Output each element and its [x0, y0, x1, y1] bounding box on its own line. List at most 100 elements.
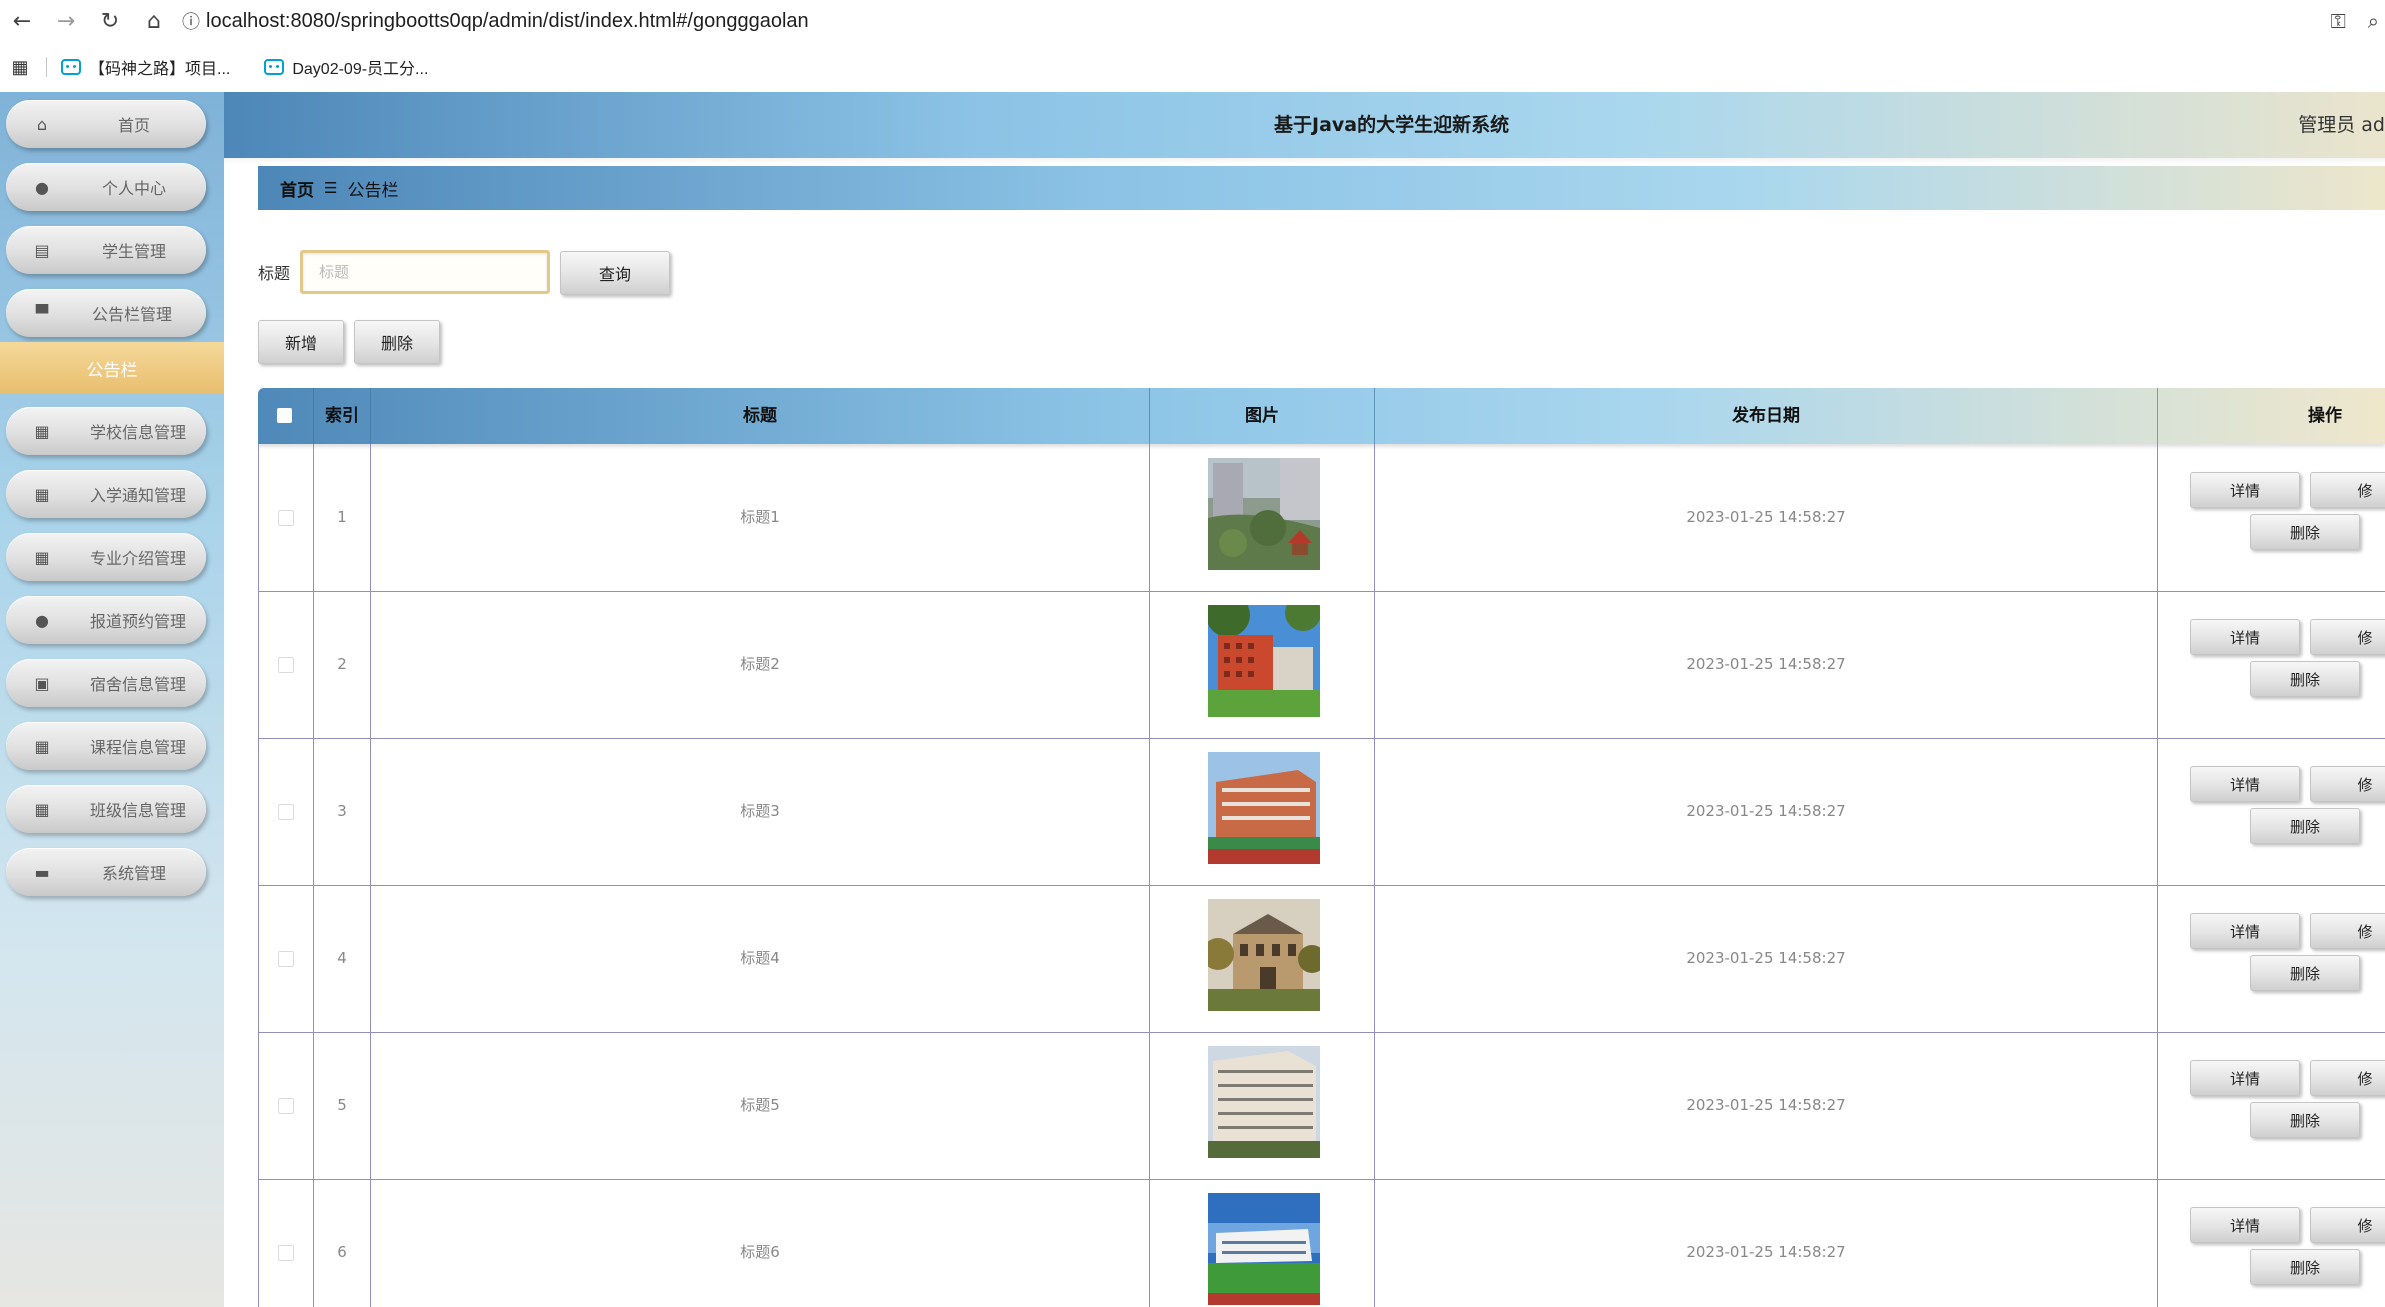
- edit-button[interactable]: 修: [2310, 1207, 2385, 1243]
- campus-photo-thumbnail[interactable]: [1208, 752, 1320, 864]
- row-date: 2023-01-25 14:58:27: [1686, 655, 1846, 673]
- campus-photo-thumbnail[interactable]: [1208, 605, 1320, 717]
- sidebar-item-class[interactable]: ▦ 班级信息管理: [6, 785, 206, 833]
- table-row: 1 标题1 2023-01-25 14:58:27 详情 修 删除: [258, 444, 2385, 592]
- row-date: 2023-01-25 14:58:27: [1686, 508, 1846, 526]
- key-icon[interactable]: ⚿: [2331, 9, 2346, 33]
- delete-button[interactable]: 删除: [2250, 955, 2360, 991]
- row-date: 2023-01-25 14:58:27: [1686, 802, 1846, 820]
- sidebar-item-students[interactable]: ▤ 学生管理: [6, 226, 206, 274]
- edit-button[interactable]: 修: [2310, 1060, 2385, 1096]
- batch-delete-button[interactable]: 删除: [354, 320, 440, 364]
- select-all-checkbox[interactable]: [277, 408, 292, 423]
- sidebar-item-label: 入学通知管理: [90, 486, 187, 505]
- search-title-input[interactable]: [300, 250, 550, 294]
- sidebar-item-course[interactable]: ▦ 课程信息管理: [6, 722, 206, 770]
- search-title-label: 标题: [258, 264, 291, 283]
- delete-button[interactable]: 删除: [2250, 661, 2360, 697]
- zoom-icon[interactable]: ⌕: [2368, 9, 2379, 33]
- chart-icon: ▤: [34, 240, 50, 260]
- grid-icon: ▦: [34, 421, 50, 441]
- delete-button[interactable]: 删除: [2250, 1249, 2360, 1285]
- detail-button[interactable]: 详情: [2190, 1060, 2300, 1096]
- sidebar-item-registration[interactable]: ● 报道预约管理: [6, 596, 206, 644]
- home-icon[interactable]: ⌂: [132, 0, 176, 42]
- breadcrumb: 首页 ☰ 公告栏: [258, 166, 2385, 210]
- row-checkbox[interactable]: [278, 510, 294, 526]
- row-checkbox[interactable]: [278, 1098, 294, 1114]
- address-bar[interactable]: localhost:8080/springbootts0qp/admin/dis…: [206, 10, 809, 33]
- column-header-date: 发布日期: [1732, 406, 1800, 426]
- apps-grid-icon[interactable]: ▦: [0, 57, 40, 78]
- bookmark-item-1[interactable]: 【码神之路】项目...: [61, 55, 230, 79]
- forward-arrow-icon[interactable]: →: [44, 0, 88, 42]
- row-title: 标题2: [740, 655, 780, 673]
- detail-button[interactable]: 详情: [2190, 619, 2300, 655]
- sidebar-item-label: 专业介绍管理: [90, 549, 187, 568]
- bookmarks-bar: ▦ 【码神之路】项目... Day02-09-员工分...: [0, 42, 2385, 93]
- detail-button[interactable]: 详情: [2190, 913, 2300, 949]
- bookmark-label: Day02-09-员工分...: [292, 61, 429, 78]
- row-title: 标题3: [740, 802, 780, 820]
- campus-photo-thumbnail[interactable]: [1208, 458, 1320, 570]
- breadcrumb-home[interactable]: 首页: [280, 176, 314, 201]
- bookmark-item-2[interactable]: Day02-09-员工分...: [264, 55, 428, 79]
- sidebar-item-notice-admin[interactable]: ▀ 公告栏管理: [6, 289, 206, 337]
- detail-button[interactable]: 详情: [2190, 766, 2300, 802]
- edit-button[interactable]: 修: [2310, 472, 2385, 508]
- edit-button[interactable]: 修: [2310, 619, 2385, 655]
- user-icon: ●: [35, 177, 49, 197]
- sidebar-item-label: 宿舍信息管理: [90, 675, 187, 694]
- table-row: 3 标题3 2023-01-25 14:58:27 详情 修 删除: [258, 738, 2385, 886]
- sidebar-item-admission[interactable]: ▦ 入学通知管理: [6, 470, 206, 518]
- reload-icon[interactable]: ↻: [88, 0, 132, 42]
- campus-photo-thumbnail[interactable]: [1208, 1046, 1320, 1158]
- sidebar-item-system[interactable]: ▬ 系统管理: [6, 848, 206, 896]
- sidebar-item-dormitory[interactable]: ▣ 宿舍信息管理: [6, 659, 206, 707]
- sidebar-item-home[interactable]: ⌂ 首页: [6, 100, 206, 148]
- row-title: 标题4: [740, 949, 780, 967]
- row-date: 2023-01-25 14:58:27: [1686, 1243, 1846, 1261]
- row-checkbox[interactable]: [278, 951, 294, 967]
- sidebar-item-school-info[interactable]: ▦ 学校信息管理: [6, 407, 206, 455]
- detail-button[interactable]: 详情: [2190, 1207, 2300, 1243]
- back-arrow-icon[interactable]: ←: [0, 0, 44, 42]
- delete-button[interactable]: 删除: [2250, 808, 2360, 844]
- campus-photo-thumbnail[interactable]: [1208, 899, 1320, 1011]
- grid-icon: ▦: [34, 799, 50, 819]
- sidebar-item-label: 首页: [118, 116, 151, 135]
- row-checkbox[interactable]: [278, 657, 294, 673]
- row-checkbox[interactable]: [278, 1245, 294, 1261]
- admin-user-label[interactable]: 管理员 ad: [2298, 92, 2385, 158]
- delete-button[interactable]: 删除: [2250, 514, 2360, 550]
- bilibili-icon: [61, 59, 81, 75]
- delete-button[interactable]: 删除: [2250, 1102, 2360, 1138]
- campus-photo-thumbnail[interactable]: [1208, 1193, 1320, 1305]
- row-title: 标题6: [740, 1243, 780, 1261]
- header-shadow: [224, 158, 2385, 164]
- sidebar-item-label: 系统管理: [102, 864, 167, 883]
- query-button[interactable]: 查询: [560, 251, 670, 295]
- sidebar-item-label: 课程信息管理: [90, 738, 187, 757]
- sidebar-item-notice-board-active[interactable]: 公告栏: [0, 342, 224, 394]
- column-header-actions: 操作: [2308, 406, 2342, 426]
- notice-table: 索引 标题 图片 发布日期 操作 1 标题1 2023-01-25 14:58:…: [258, 388, 2385, 1307]
- row-date: 2023-01-25 14:58:27: [1686, 949, 1846, 967]
- column-header-title: 标题: [743, 406, 777, 426]
- row-title: 标题1: [740, 508, 780, 526]
- user-icon: ●: [35, 610, 49, 630]
- briefcase-icon: ▬: [34, 862, 50, 882]
- row-checkbox[interactable]: [278, 804, 294, 820]
- table-header: 索引 标题 图片 发布日期 操作: [258, 388, 2385, 444]
- app-title: 基于Java的大学生迎新系统: [1274, 114, 1510, 136]
- sidebar-item-label: 个人中心: [102, 179, 167, 198]
- sidebar-item-profile[interactable]: ● 个人中心: [6, 163, 206, 211]
- edit-button[interactable]: 修: [2310, 913, 2385, 949]
- sidebar-item-major[interactable]: ▦ 专业介绍管理: [6, 533, 206, 581]
- add-button[interactable]: 新增: [258, 320, 344, 364]
- detail-button[interactable]: 详情: [2190, 472, 2300, 508]
- site-info-icon[interactable]: ⓘ: [176, 0, 206, 42]
- grid-icon: ▦: [34, 547, 50, 567]
- edit-button[interactable]: 修: [2310, 766, 2385, 802]
- row-index: 1: [337, 508, 347, 526]
